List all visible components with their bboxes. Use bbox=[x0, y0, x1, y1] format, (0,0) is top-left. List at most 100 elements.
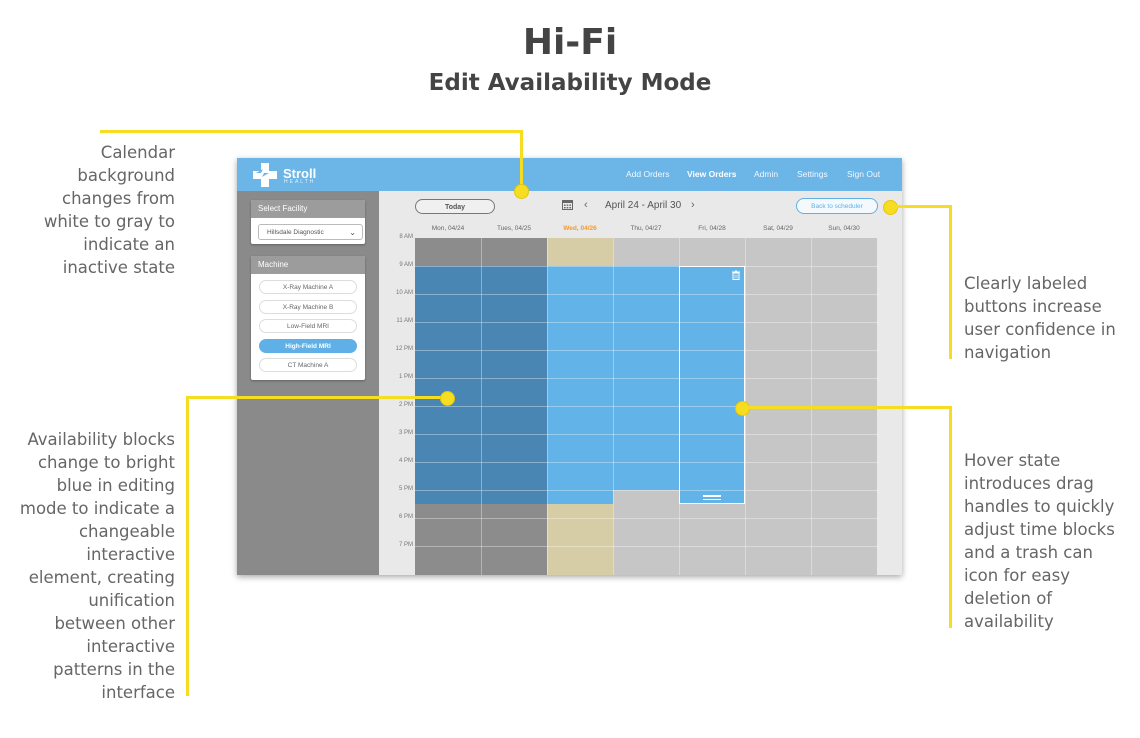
grid-hour-line bbox=[415, 518, 879, 519]
day-header: Sat, 04/29 bbox=[763, 225, 793, 232]
note-line: interface bbox=[101, 683, 175, 702]
day-header: Mon, 04/24 bbox=[431, 225, 465, 232]
trash-icon[interactable] bbox=[731, 270, 741, 280]
note-line: Calendar bbox=[100, 143, 175, 162]
note-line: changeable bbox=[78, 522, 175, 541]
note-line: user confidence in bbox=[964, 320, 1116, 339]
hour-label: 6 PM bbox=[398, 514, 413, 520]
day-header: Fri, 04/28 bbox=[698, 225, 726, 232]
note-line: background bbox=[77, 166, 175, 185]
note-hover-state: Hover state introduces drag handles to qui… bbox=[964, 449, 1115, 633]
note-line: changes from bbox=[62, 189, 175, 208]
machine-xray-b[interactable]: X-Ray Machine B bbox=[259, 300, 357, 314]
facility-card: Select Facility Hillsdale Diagnostic ⌄ bbox=[251, 200, 365, 244]
grid-hour-line bbox=[415, 546, 879, 547]
grid-day-line bbox=[679, 238, 680, 575]
grid-hour-line bbox=[415, 434, 879, 435]
facility-card-header: Select Facility bbox=[251, 200, 365, 218]
nav-settings[interactable]: Settings bbox=[797, 169, 828, 179]
hour-label: 10 AM bbox=[395, 290, 413, 296]
note-line: introduces drag bbox=[964, 474, 1094, 493]
grid-day-line bbox=[547, 238, 548, 575]
note-line: adjust time blocks bbox=[964, 520, 1115, 539]
note-line: inactive state bbox=[62, 258, 175, 277]
hour-label: 8 AM bbox=[399, 234, 413, 240]
sidebar: Select Facility Hillsdale Diagnostic ⌄ M… bbox=[237, 191, 379, 575]
availability-block[interactable] bbox=[547, 266, 613, 504]
grid-day-line bbox=[481, 238, 482, 575]
drag-handle[interactable] bbox=[703, 498, 721, 500]
note-buttons: Clearly labeled buttons increase user conf… bbox=[964, 272, 1116, 364]
today-button[interactable]: Today bbox=[415, 199, 495, 214]
nav-add-orders[interactable]: Add Orders bbox=[626, 169, 669, 179]
note-line: availability bbox=[964, 612, 1054, 631]
nav-view-orders[interactable]: View Orders bbox=[687, 169, 736, 179]
note-line: white to gray to bbox=[43, 212, 175, 231]
hour-label: 12 PM bbox=[395, 346, 413, 352]
day-header: Tues, 04/25 bbox=[496, 225, 532, 232]
calendar-panel: Today ‹ April 24 - April 30 › Back to sc… bbox=[379, 191, 902, 575]
chevron-down-icon: ⌄ bbox=[349, 228, 356, 237]
note-line: and a trash can bbox=[964, 543, 1093, 562]
note-line: Availability blocks bbox=[27, 430, 175, 449]
machine-card: Machine X-Ray Machine A X-Ray Machine B … bbox=[251, 256, 365, 380]
note-line: unification bbox=[88, 591, 175, 610]
day-header: Sun, 04/30 bbox=[828, 225, 860, 232]
hour-label: 3 PM bbox=[398, 430, 413, 436]
hour-label: 4 PM bbox=[398, 458, 413, 464]
note-line: interactive bbox=[86, 637, 175, 656]
note-line: blue in editing bbox=[56, 476, 175, 495]
machine-high-field-mri[interactable]: High-Field MRI bbox=[259, 339, 357, 353]
note-line: Clearly labeled bbox=[964, 274, 1088, 293]
note-line: indicate an bbox=[83, 235, 175, 254]
note-line: mode to indicate a bbox=[19, 499, 175, 518]
hour-label: 5 PM bbox=[398, 486, 413, 492]
top-nav-bar: Stroll HEALTH Add Orders View Orders Adm… bbox=[237, 158, 902, 191]
day-header: Wed, 04/26 bbox=[563, 225, 597, 232]
grid-hour-line bbox=[415, 350, 879, 351]
grid-hour-line bbox=[415, 322, 879, 323]
machine-card-header: Machine bbox=[251, 256, 365, 274]
prev-week-chevron-left-icon[interactable]: ‹ bbox=[584, 199, 588, 211]
back-to-scheduler-button[interactable]: Back to scheduler bbox=[796, 198, 878, 214]
date-range-label: April 24 - April 30 bbox=[605, 200, 682, 211]
hour-label: 1 PM bbox=[398, 374, 413, 380]
next-week-chevron-right-icon[interactable]: › bbox=[691, 199, 695, 211]
note-line: element, creating bbox=[28, 568, 175, 587]
availability-block bbox=[481, 266, 547, 504]
note-calendar-background: Calendar background changes from white to g… bbox=[44, 141, 175, 279]
grid-hour-line bbox=[415, 378, 879, 379]
calendar-icon[interactable] bbox=[562, 199, 573, 210]
drag-handle[interactable] bbox=[703, 495, 721, 497]
note-line: change to bright bbox=[37, 453, 175, 472]
note-availability-blocks: Availability blocks change to bright blue … bbox=[20, 428, 175, 704]
grid-hour-line bbox=[415, 266, 879, 267]
machine-ct-a[interactable]: CT Machine A bbox=[259, 358, 357, 372]
facility-select-value: Hillsdale Diagnostic bbox=[267, 229, 324, 236]
brand-subtitle: HEALTH bbox=[284, 179, 316, 185]
day-header: Thu, 04/27 bbox=[630, 225, 662, 232]
facility-select[interactable]: Hillsdale Diagnostic ⌄ bbox=[258, 224, 363, 240]
hovered-availability-block[interactable] bbox=[679, 266, 745, 504]
grid-hour-line bbox=[415, 294, 879, 295]
stroll-logo-icon bbox=[253, 163, 277, 187]
hour-label: 2 PM bbox=[398, 402, 413, 408]
hour-label: 11 AM bbox=[396, 318, 413, 324]
note-line: buttons increase bbox=[964, 297, 1102, 316]
nav-admin[interactable]: Admin bbox=[754, 169, 778, 179]
grid-hour-line bbox=[415, 490, 879, 491]
hour-label: 7 PM bbox=[398, 542, 413, 548]
slide-subtitle: Edit Availability Mode bbox=[428, 70, 712, 96]
note-line: between other bbox=[54, 614, 175, 633]
note-line: handles to quickly bbox=[964, 497, 1115, 516]
note-line: patterns in the bbox=[53, 660, 175, 679]
machine-xray-a[interactable]: X-Ray Machine A bbox=[259, 280, 357, 294]
note-line: interactive bbox=[86, 545, 175, 564]
hour-label: 9 AM bbox=[399, 262, 413, 268]
grid-day-line bbox=[613, 238, 614, 575]
machine-low-field-mri[interactable]: Low-Field MRI bbox=[259, 319, 357, 333]
note-line: Hover state bbox=[964, 451, 1061, 470]
note-line: navigation bbox=[964, 343, 1052, 362]
availability-block bbox=[415, 266, 481, 504]
nav-sign-out[interactable]: Sign Out bbox=[847, 169, 880, 179]
